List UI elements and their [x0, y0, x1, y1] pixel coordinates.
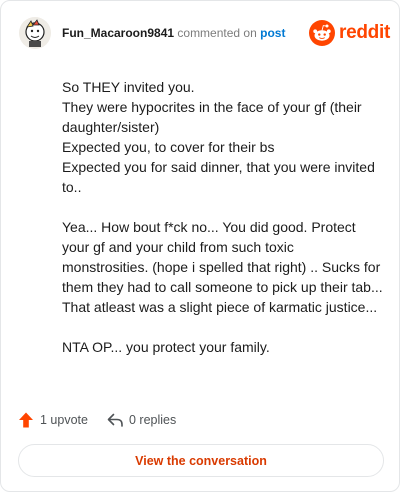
comment-line: Yea... How bout f*ck no... You did good.…: [62, 219, 383, 315]
reddit-logo-icon: [309, 20, 335, 46]
comment-paragraph: Yea... How bout f*ck no... You did good.…: [62, 217, 384, 317]
reddit-brand[interactable]: reddit: [309, 20, 390, 46]
comment-actions: 1 upvote 0 replies: [17, 409, 317, 431]
upvote-button[interactable]: 1 upvote: [17, 409, 88, 431]
replies-count: 0 replies: [129, 413, 177, 427]
comment-line: Expected you for said dinner, that you w…: [62, 159, 375, 195]
upvote-count: 1 upvote: [40, 413, 88, 427]
comment-paragraph: NTA OP... you protect your family.: [62, 337, 384, 357]
comment-line: So THEY invited you.: [62, 79, 195, 95]
comment-paragraph: So THEY invited you. They were hypocrite…: [62, 77, 384, 197]
comment-line: Expected you, to cover for their bs: [62, 139, 275, 155]
reddit-wordmark: reddit: [339, 22, 390, 43]
comment-embed-card: Fun_Macaroon9841 commented on post reddi…: [0, 0, 400, 492]
replies-button[interactable]: 0 replies: [106, 409, 176, 431]
comment-line: NTA OP... you protect your family.: [62, 339, 270, 355]
user-avatar[interactable]: [19, 17, 51, 49]
comment-meta: Fun_Macaroon9841 commented on post: [62, 26, 285, 41]
upvote-arrow-icon: [19, 412, 33, 428]
username[interactable]: Fun_Macaroon9841: [62, 26, 174, 40]
post-link[interactable]: post: [260, 26, 285, 40]
comment-header: Fun_Macaroon9841 commented on post reddi…: [19, 17, 390, 51]
commented-on-text: commented on: [177, 26, 257, 40]
reply-arrow-icon: [107, 413, 123, 427]
view-conversation-button[interactable]: View the conversation: [18, 444, 384, 477]
comment-body: So THEY invited you. They were hypocrite…: [62, 77, 384, 377]
comment-line: They were hypocrites in the face of your…: [62, 99, 362, 135]
